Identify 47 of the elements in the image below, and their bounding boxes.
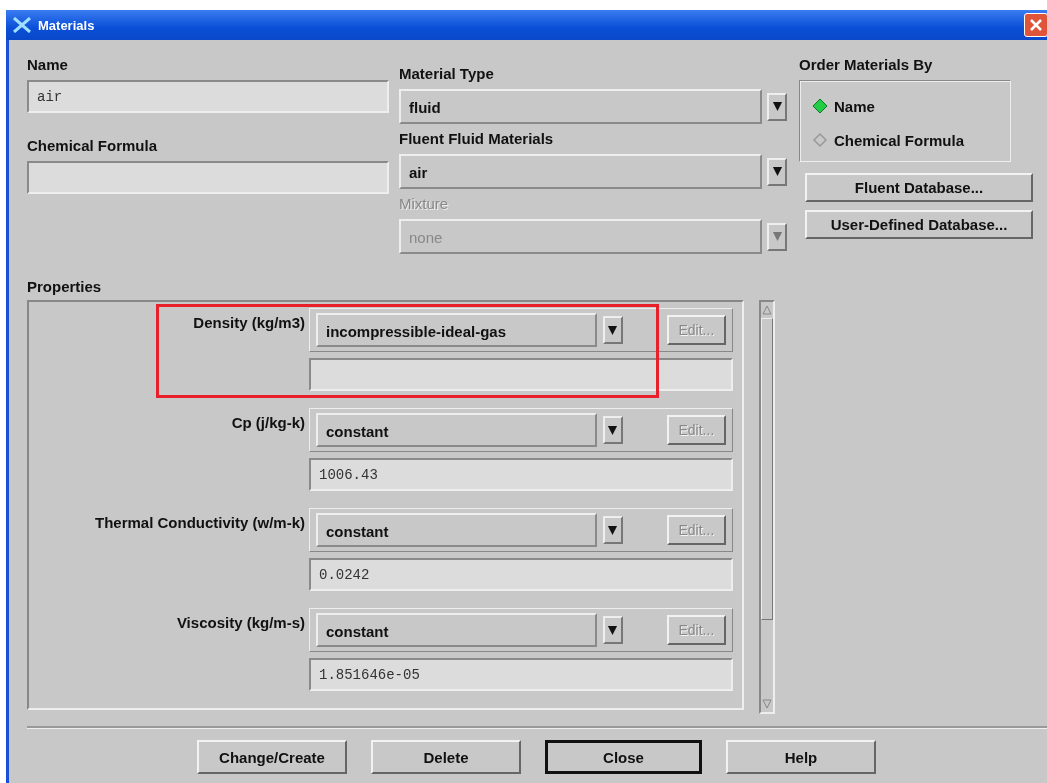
caret-icon <box>607 523 619 537</box>
dropdown-button[interactable] <box>603 616 623 644</box>
caret-icon <box>607 323 619 337</box>
radio-option[interactable]: Chemical Formula <box>812 123 1010 157</box>
value-field[interactable]: 1.851646e-05 <box>309 658 733 691</box>
group-label: Order Materials By <box>799 56 934 74</box>
dialog-button[interactable]: Help <box>726 740 876 774</box>
method-dropdown[interactable]: constant <box>316 513 597 547</box>
property-label: Cp (j/kg-k) <box>230 413 306 433</box>
radio-option[interactable]: Name <box>812 89 1010 123</box>
dropdown-button[interactable] <box>603 316 623 344</box>
field-label: Material Type <box>399 65 495 83</box>
dropdown-button[interactable] <box>767 92 787 121</box>
field-label: Name <box>27 56 69 74</box>
close-button[interactable] <box>1024 13 1047 37</box>
property-label: Thermal Conductivity (w/m-k) <box>93 513 306 533</box>
value-field[interactable] <box>309 358 733 391</box>
field-label: Fluent Fluid Materials <box>399 130 555 148</box>
name-field[interactable]: air <box>27 80 389 113</box>
dialog-button[interactable]: Delete <box>371 740 521 774</box>
caret-icon <box>771 165 783 178</box>
caret-icon <box>771 100 783 113</box>
property-label: Density (kg/m3) <box>192 313 306 333</box>
database-button[interactable]: User-Defined Database... <box>805 210 1033 239</box>
dropdown-field[interactable]: air <box>399 154 762 189</box>
field-label: Chemical Formula <box>27 137 159 155</box>
section-label: Properties <box>27 278 103 296</box>
caret-icon <box>607 423 619 437</box>
value-field[interactable]: 1006.43 <box>309 458 733 491</box>
caret-icon <box>771 230 783 243</box>
field-label: Mixture <box>399 195 450 213</box>
dialog-button[interactable]: Close <box>545 740 702 774</box>
property-label: Viscosity (kg/m-s) <box>175 613 306 633</box>
dropdown-field[interactable]: fluid <box>399 89 762 124</box>
method-dropdown[interactable]: constant <box>316 613 597 647</box>
dropdown-button[interactable] <box>767 157 787 186</box>
dropdown-button[interactable] <box>603 516 623 544</box>
method-dropdown[interactable]: incompressible-ideal-gas <box>316 313 597 347</box>
dropdown-button[interactable] <box>603 416 623 444</box>
window-title: Materials <box>38 17 95 33</box>
dialog-button[interactable]: Change/Create <box>197 740 347 774</box>
value-field[interactable]: 0.0242 <box>309 558 733 591</box>
database-button[interactable]: Fluent Database... <box>805 173 1033 202</box>
formula-field[interactable] <box>27 161 389 194</box>
method-dropdown[interactable]: constant <box>316 413 597 447</box>
caret-icon <box>607 623 619 637</box>
app-icon <box>12 17 32 33</box>
